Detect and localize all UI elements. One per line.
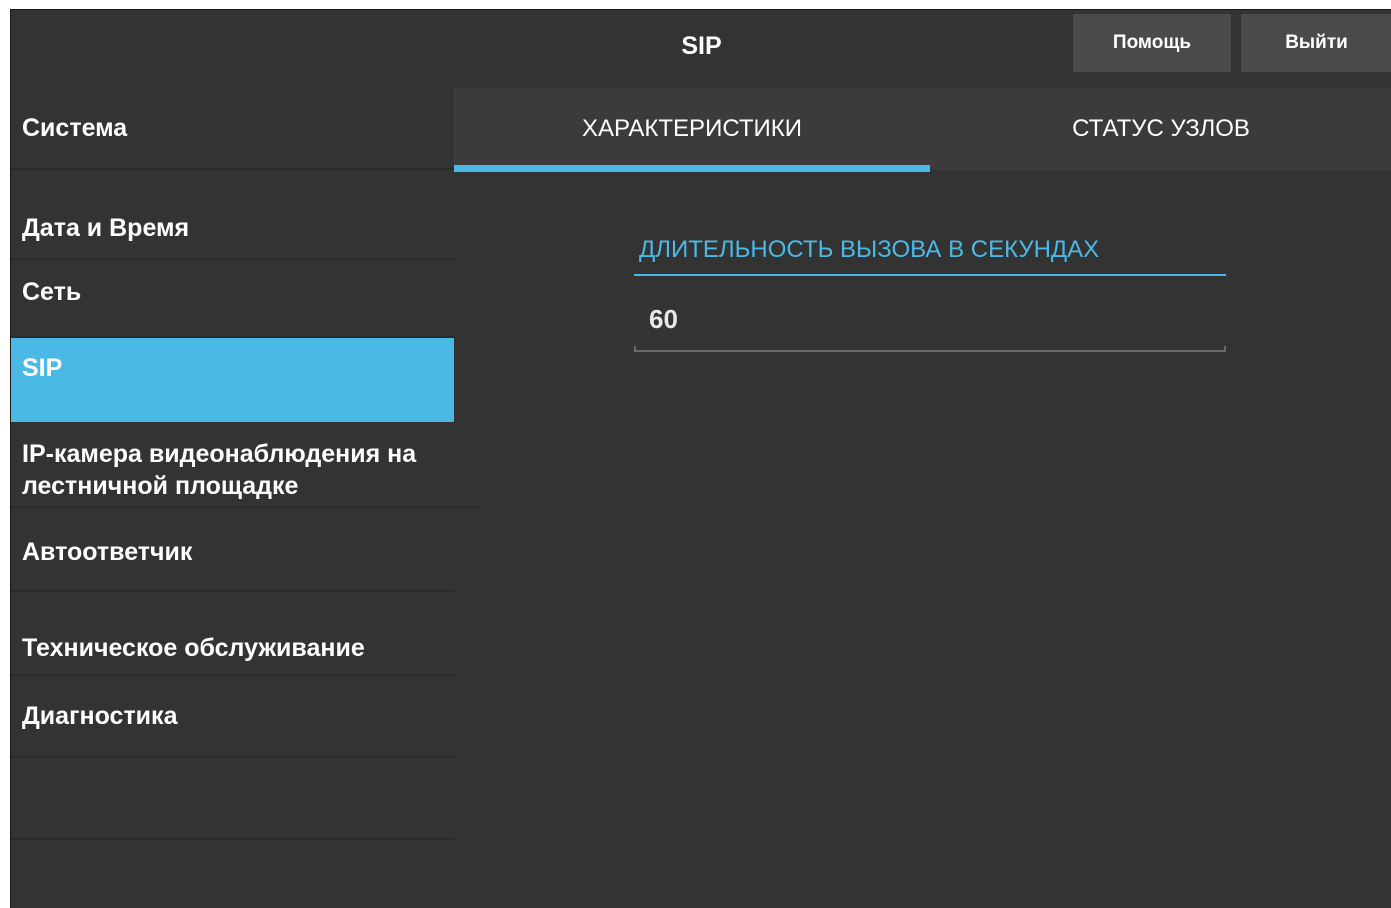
sidebar-item-datetime[interactable]: Дата и Время — [11, 194, 454, 260]
tab-node-status[interactable]: СТАТУС УЗЛОВ — [930, 88, 1391, 170]
app-window: SIP Помощь Выйти Система Дата и Время Се… — [10, 9, 1391, 908]
sidebar-item-label: Автоответчик — [22, 538, 193, 566]
tab-characteristics[interactable]: ХАРАКТЕРИСТИКИ — [454, 88, 930, 172]
sidebar-item-label: Техническое обслуживание — [22, 634, 365, 662]
sidebar-item-label: Дата и Время — [22, 214, 190, 242]
tab-label: ХАРАКТЕРИСТИКИ — [581, 115, 802, 142]
sidebar-item-maintenance[interactable]: Техническое обслуживание — [11, 592, 454, 676]
sidebar-item-label: SIP — [22, 354, 63, 382]
field-label-divider — [634, 274, 1226, 276]
sidebar-empty-row — [11, 758, 454, 840]
sidebar-item-label: IP-камера видеонаблюдения на лестничной … — [22, 440, 417, 500]
sidebar-item-answering-machine[interactable]: Автоответчик — [11, 508, 454, 592]
tab-label: СТАТУС УЗЛОВ — [1072, 115, 1250, 142]
sidebar-section-title: Система — [11, 88, 454, 170]
sidebar-item-ip-camera[interactable]: IP-камера видеонаблюдения на лестничной … — [11, 422, 481, 508]
sidebar-item-network[interactable]: Сеть — [11, 260, 454, 338]
logout-button[interactable]: Выйти — [1241, 14, 1391, 72]
sidebar-item-sip[interactable]: SIP — [11, 338, 454, 422]
header-bar: SIP Помощь Выйти — [11, 10, 1391, 89]
sidebar-item-label: Сеть — [22, 278, 82, 306]
active-tab-indicator — [454, 165, 930, 172]
input-underline — [634, 346, 1226, 352]
call-duration-label: ДЛИТЕЛЬНОСТЬ ВЫЗОВА В СЕКУНДАХ — [639, 236, 1100, 263]
sidebar-item-label: Диагностика — [22, 702, 178, 730]
tab-bar: ХАРАКТЕРИСТИКИ СТАТУС УЗЛОВ — [454, 88, 1391, 172]
call-duration-input[interactable] — [635, 294, 1225, 344]
help-button[interactable]: Помощь — [1073, 14, 1231, 72]
sidebar: Система Дата и Время Сеть SIP IP-камера … — [11, 88, 481, 908]
sidebar-item-diagnostics[interactable]: Диагностика — [11, 676, 454, 758]
